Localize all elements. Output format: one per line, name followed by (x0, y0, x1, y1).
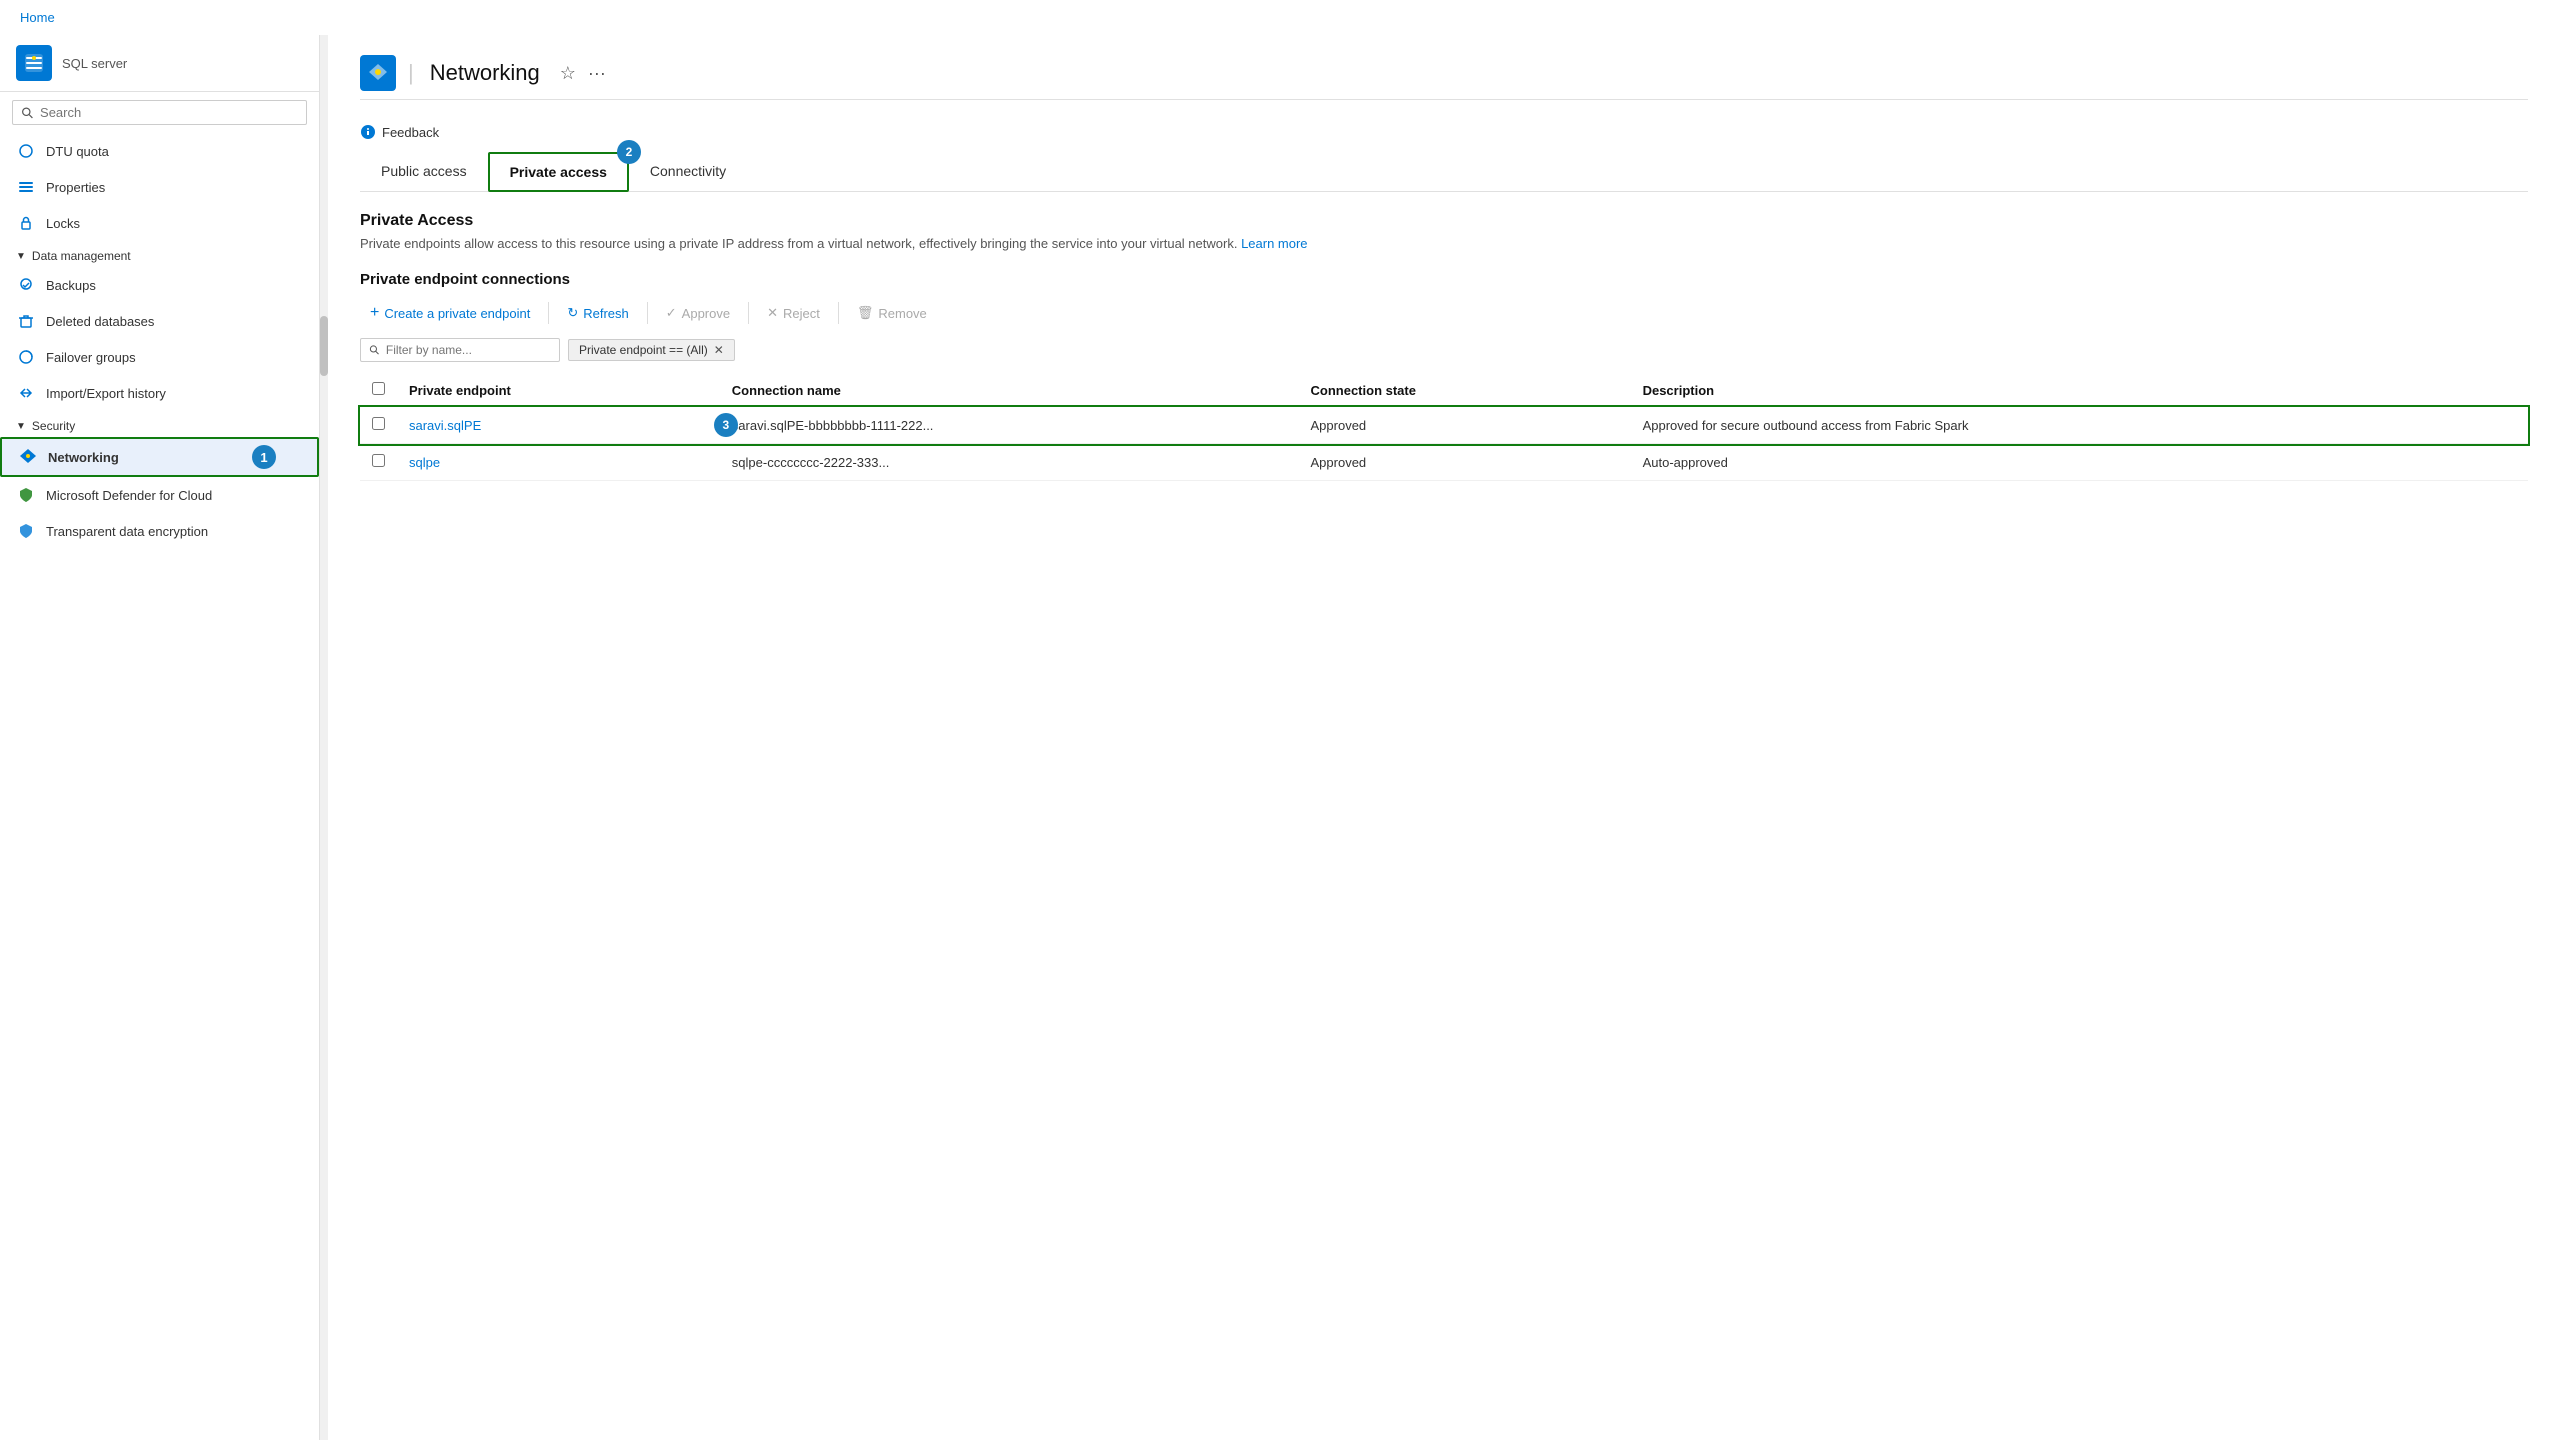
tab-connectivity[interactable]: Connectivity (629, 152, 747, 191)
filter-tag[interactable]: Private endpoint == (All) ✕ (568, 339, 735, 361)
sidebar-item-deleted-databases[interactable]: Deleted databases (0, 303, 319, 339)
section-security[interactable]: ▼ Security (0, 411, 319, 437)
sidebar-item-failover-groups[interactable]: Failover groups (0, 339, 319, 375)
step1-badge: 1 (252, 445, 276, 469)
filter-tag-close-icon[interactable]: ✕ (714, 343, 724, 357)
row1-connection-state: Approved (1299, 407, 1631, 444)
resource-icon (16, 45, 52, 81)
row2-connection-state: Approved (1299, 444, 1631, 481)
private-access-desc: Private endpoints allow access to this r… (360, 236, 2528, 251)
reject-button[interactable]: ✕ Reject (757, 299, 830, 327)
select-all-checkbox[interactable] (372, 382, 385, 395)
filter-bar: Private endpoint == (All) ✕ (360, 338, 2528, 362)
sidebar-nav: DTU quota Properties Locks ▼ Data manage… (0, 133, 319, 1440)
row1-endpoint: saravi.sqlPE 3 (397, 407, 720, 444)
refresh-icon: ↻ (567, 305, 578, 321)
locks-icon (16, 213, 36, 233)
refresh-button[interactable]: ↻ Refresh (557, 299, 638, 327)
sidebar-item-backups[interactable]: Backups (0, 267, 319, 303)
main-content: | Networking ☆ ··· Feedback Public acces… (328, 35, 2560, 1440)
properties-icon (16, 177, 36, 197)
th-connection-name: Connection name (720, 374, 1299, 407)
transparent-data-icon (16, 521, 36, 541)
tabs-container: Public access Private access 2 Connectiv… (360, 152, 2528, 192)
step3-badge: 3 (714, 413, 738, 437)
page-header: | Networking ☆ ··· (360, 55, 2528, 100)
tab-public-access[interactable]: Public access (360, 152, 488, 191)
feedback-icon (360, 124, 376, 140)
row1-description: Approved for secure outbound access from… (1631, 407, 2528, 444)
networking-icon (18, 447, 38, 467)
connections-title: Private endpoint connections (360, 271, 2528, 288)
th-connection-state: Connection state (1299, 374, 1631, 407)
sidebar-item-dto-quota[interactable]: DTU quota (0, 133, 319, 169)
tab-private-access[interactable]: Private access 2 (488, 152, 629, 192)
toolbar: + Create a private endpoint ↻ Refresh ✓ … (360, 298, 2528, 328)
page-icon (360, 55, 396, 91)
sidebar-item-networking[interactable]: Networking 1 (0, 437, 319, 477)
backups-icon (16, 275, 36, 295)
search-container (0, 92, 319, 133)
failover-icon (16, 347, 36, 367)
x-icon: ✕ (767, 305, 778, 321)
row1-connection-name: saravi.sqlPE-bbbbbbbb-1111-222... (720, 407, 1299, 444)
home-link[interactable]: Home (0, 0, 2560, 35)
sidebar-item-transparent-data[interactable]: Transparent data encryption (0, 513, 319, 549)
sidebar-item-properties[interactable]: Properties (0, 169, 319, 205)
chevron-icon: ▼ (16, 251, 26, 262)
filter-search-icon (369, 344, 380, 356)
search-icon (21, 106, 34, 120)
endpoint-table: Private endpoint Connection name Connect… (360, 374, 2528, 481)
row2-checkbox-cell[interactable] (360, 444, 397, 481)
page-title: Networking (430, 60, 540, 86)
favorite-button[interactable]: ☆ (560, 63, 576, 84)
learn-more-link[interactable]: Learn more (1241, 236, 1307, 251)
row1-checkbox-cell[interactable] (360, 407, 397, 444)
table-row: sqlpe sqlpe-cccccccc-2222-333... Approve… (360, 444, 2528, 481)
sidebar-item-locks[interactable]: Locks (0, 205, 319, 241)
more-options-button[interactable]: ··· (588, 63, 606, 84)
search-input[interactable] (40, 105, 298, 120)
feedback-label: Feedback (382, 125, 439, 140)
chevron-security-icon: ▼ (16, 421, 26, 432)
row2-checkbox[interactable] (372, 454, 385, 467)
th-description: Description (1631, 374, 2528, 407)
create-endpoint-button[interactable]: + Create a private endpoint (360, 298, 540, 328)
check-icon: ✓ (666, 305, 677, 321)
row2-endpoint-link[interactable]: sqlpe (409, 455, 440, 470)
sidebar-item-import-export[interactable]: Import/Export history (0, 375, 319, 411)
filter-search-box (360, 338, 560, 362)
row2-connection-name: sqlpe-cccccccc-2222-333... (720, 444, 1299, 481)
th-private-endpoint: Private endpoint (397, 374, 720, 407)
table-row: saravi.sqlPE 3 saravi.sqlPE-bbbbbbbb-111… (360, 407, 2528, 444)
sidebar-scrollbar[interactable] (320, 35, 328, 1440)
import-export-icon (16, 383, 36, 403)
filter-input[interactable] (386, 343, 551, 357)
trash-icon: 🗑 (857, 305, 874, 321)
sidebar-item-microsoft-defender[interactable]: Microsoft Defender for Cloud (0, 477, 319, 513)
remove-button[interactable]: 🗑 Remove (847, 299, 937, 327)
deleted-icon (16, 311, 36, 331)
approve-button[interactable]: ✓ Approve (656, 299, 740, 327)
resource-name: SQL server (62, 56, 127, 71)
plus-icon: + (370, 304, 379, 322)
section-data-management[interactable]: ▼ Data management (0, 241, 319, 267)
toolbar-sep-1 (548, 302, 549, 324)
private-access-content: Private Access Private endpoints allow a… (360, 212, 2528, 481)
th-checkbox (360, 374, 397, 407)
row1-checkbox[interactable] (372, 417, 385, 430)
toolbar-sep-4 (838, 302, 839, 324)
dto-quota-icon (16, 141, 36, 161)
toolbar-sep-3 (748, 302, 749, 324)
row2-description: Auto-approved (1631, 444, 2528, 481)
feedback-bar[interactable]: Feedback (360, 116, 2528, 152)
private-access-title: Private Access (360, 212, 2528, 230)
row1-endpoint-link[interactable]: saravi.sqlPE (409, 418, 481, 433)
row2-endpoint: sqlpe (397, 444, 720, 481)
toolbar-sep-2 (647, 302, 648, 324)
defender-icon (16, 485, 36, 505)
